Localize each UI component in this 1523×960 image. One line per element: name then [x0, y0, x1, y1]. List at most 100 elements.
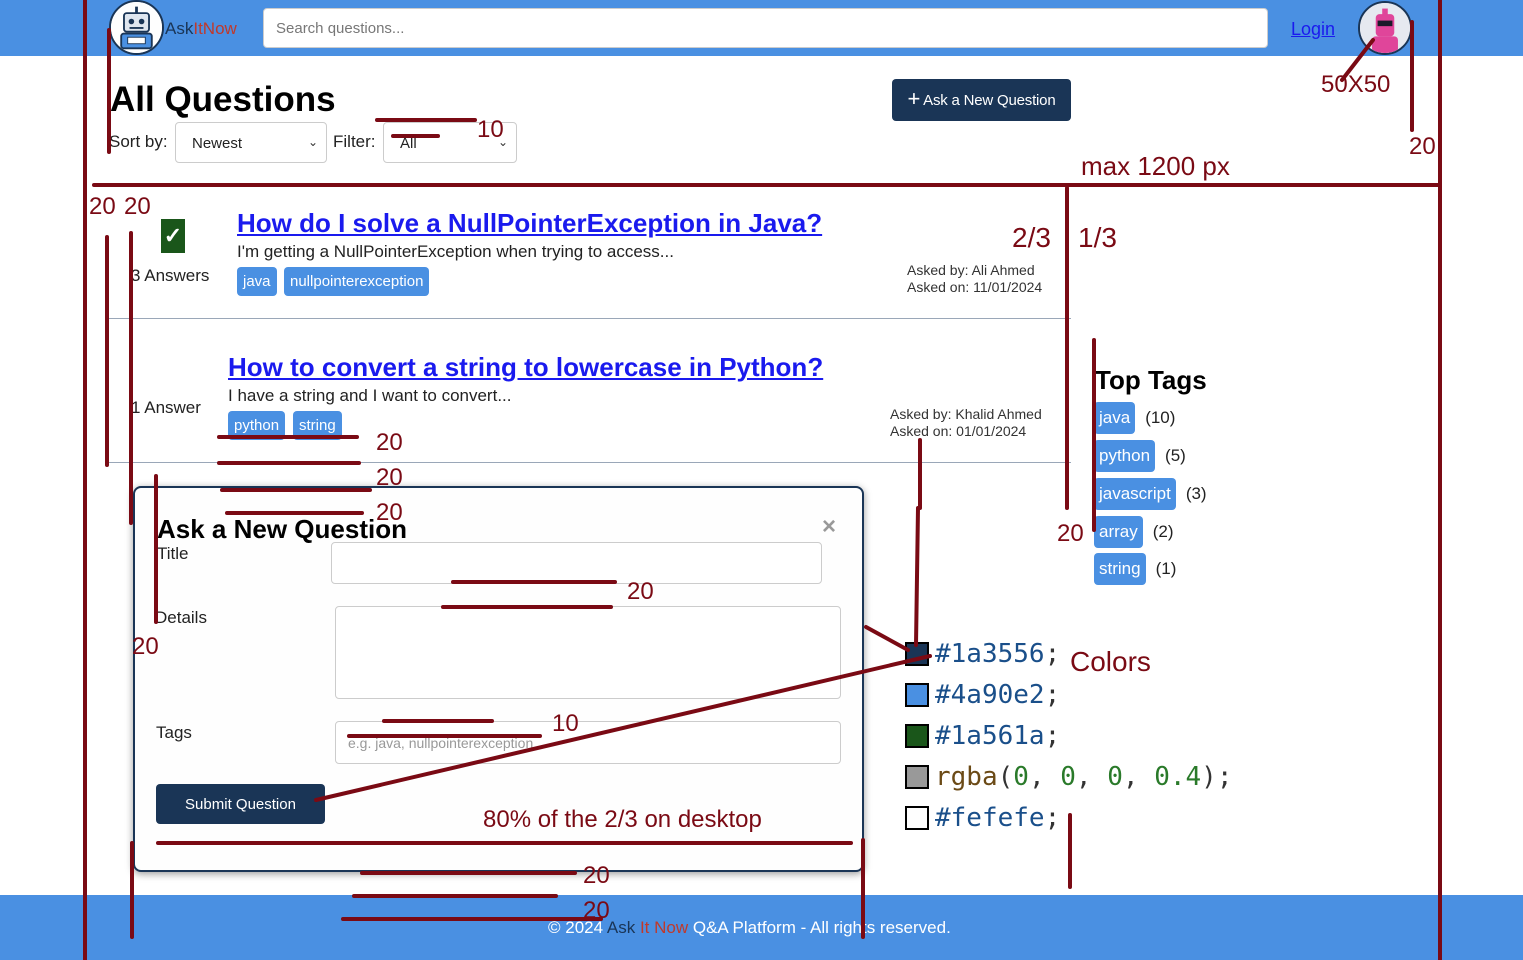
- color-semicolon: ;: [1044, 721, 1061, 751]
- top-tag-row: java (10): [1094, 402, 1175, 434]
- question-excerpt: I'm getting a NullPointerException when …: [237, 242, 674, 261]
- color-value: #4a90e2: [935, 680, 1045, 710]
- top-tag-count: (2): [1152, 522, 1174, 541]
- chevron-down-icon: ⌄: [307, 135, 318, 149]
- rgba-g: 0: [1060, 762, 1076, 792]
- top-nav-bar: AskItNow Login: [0, 0, 1523, 56]
- color-code: rgba(0, 0, 0, 0.4);: [935, 762, 1232, 792]
- ask-question-button[interactable]: + Ask a New Question: [892, 79, 1071, 121]
- top-tag-array[interactable]: array: [1094, 516, 1143, 548]
- annotation-spacing: 20: [89, 193, 116, 220]
- rgba-a: 0.4: [1154, 762, 1202, 792]
- color-semicolon: ;: [1044, 639, 1061, 669]
- login-link[interactable]: Login: [1291, 19, 1335, 40]
- color-semicolon: ;: [1044, 803, 1061, 833]
- annotation-avatar-size: 50X50: [1321, 71, 1391, 98]
- question-meta: Asked by: Ali Ahmed Asked on: 11/01/2024: [907, 262, 1042, 296]
- comma: ,: [1075, 762, 1108, 792]
- tag-nullpointerexception[interactable]: nullpointerexception: [284, 267, 430, 296]
- annotation-spacing: 20: [124, 193, 151, 220]
- tag-java[interactable]: java: [237, 267, 277, 296]
- color-swatch: [905, 642, 929, 666]
- details-label: Details: [155, 608, 207, 627]
- color-value: #1a561a: [935, 721, 1045, 751]
- sort-select[interactable]: Newest ⌄: [175, 122, 327, 163]
- top-tag-python[interactable]: python: [1094, 440, 1156, 472]
- rgba-b: 0: [1107, 762, 1123, 792]
- tag-python[interactable]: python: [228, 411, 286, 440]
- color-swatch-row: #1a561a;: [905, 718, 1060, 754]
- top-tag-java[interactable]: java: [1094, 402, 1136, 434]
- top-tag-count: (1): [1155, 559, 1177, 578]
- accepted-check-icon: ✓: [161, 219, 185, 253]
- color-code: #1a561a;: [935, 721, 1060, 751]
- question-title-link[interactable]: How to convert a string to lowercase in …: [228, 352, 823, 383]
- question-excerpt: I have a string and I want to convert...: [228, 386, 512, 405]
- color-code: #4a90e2;: [935, 680, 1060, 710]
- color-swatch: [905, 806, 929, 830]
- ask-question-label: Ask a New Question: [923, 91, 1056, 109]
- brand-name[interactable]: AskItNow: [165, 19, 237, 39]
- annotation-spacing: 20: [1057, 520, 1084, 547]
- comma: ,: [1028, 762, 1061, 792]
- top-tag-row: python (5): [1094, 440, 1186, 472]
- color-value: #1a3556: [935, 639, 1045, 669]
- color-swatch-row: #fefefe;: [905, 800, 1060, 836]
- title-input[interactable]: [331, 542, 822, 584]
- color-code: #1a3556;: [935, 639, 1060, 669]
- close-icon[interactable]: ×: [822, 513, 836, 541]
- brand-itnow: ItNow: [193, 19, 237, 38]
- tags-input[interactable]: [335, 721, 841, 764]
- annotation-column-right: 1/3: [1078, 222, 1117, 253]
- submit-question-button[interactable]: Submit Question: [156, 784, 325, 824]
- asked-on: Asked on: 11/01/2024: [907, 279, 1043, 295]
- asked-by: Asked by: Khalid Ahmed: [890, 406, 1042, 422]
- comma: ,: [1122, 762, 1155, 792]
- sort-label: Sort by:: [109, 132, 168, 151]
- question-title-link[interactable]: How do I solve a NullPointerException in…: [237, 208, 822, 239]
- footer-brand-ask: Ask: [606, 918, 636, 937]
- answer-count: 1 Answer: [131, 398, 201, 417]
- color-swatch: [905, 683, 929, 707]
- page: AskItNow Login All Questions + Ask a New…: [0, 0, 1523, 960]
- top-tags-title: Top Tags: [1095, 365, 1207, 395]
- footer-rights: Q&A Platform - All rights reserved.: [692, 918, 951, 937]
- color-code: #fefefe;: [935, 803, 1060, 833]
- answer-count: 3 Answers: [131, 266, 210, 285]
- footer: © 2024 Ask It Now Q&A Platform - All rig…: [0, 895, 1523, 960]
- annotation-spacing: 20: [376, 429, 403, 456]
- details-textarea[interactable]: [335, 606, 841, 699]
- modal-title: Ask a New Question: [157, 514, 407, 544]
- annotation-spacing: 20: [627, 578, 654, 605]
- annotation-max-width: max 1200 px: [1081, 151, 1230, 181]
- top-tag-javascript[interactable]: javascript: [1094, 478, 1176, 510]
- top-tag-count: (10): [1145, 408, 1176, 427]
- color-swatch: [905, 765, 929, 789]
- top-tag-string[interactable]: string: [1094, 553, 1146, 585]
- color-swatch-row: rgba(0, 0, 0, 0.4);: [905, 759, 1232, 795]
- search-input[interactable]: [263, 8, 1268, 48]
- robot-logo-icon[interactable]: [109, 0, 164, 55]
- color-swatch-row: #1a3556;: [905, 636, 1060, 672]
- top-tag-row: string (1): [1094, 553, 1176, 585]
- filter-value: All: [400, 135, 417, 152]
- user-avatar-icon[interactable]: [1358, 1, 1412, 55]
- annotation-spacing: 10: [477, 116, 504, 143]
- annotation-spacing: 20: [583, 862, 610, 889]
- question-meta: Asked by: Khalid Ahmed Asked on: 01/01/2…: [890, 406, 1042, 440]
- asked-on: Asked on: 01/01/2024: [890, 423, 1027, 439]
- rgba-r: 0: [1013, 762, 1029, 792]
- question-card: 1 Answer How to convert a string to lowe…: [109, 320, 1071, 463]
- filter-label: Filter:: [333, 132, 376, 151]
- annotation-modal-width: 80% of the 2/3 on desktop: [483, 806, 762, 834]
- annotation-spacing: 20: [376, 499, 403, 526]
- annotation-spacing: 10: [552, 710, 579, 737]
- tag-string[interactable]: string: [293, 411, 342, 440]
- plus-icon: +: [907, 86, 921, 111]
- annotation-spacing: 20: [1409, 133, 1436, 160]
- title-label: Title: [157, 544, 189, 563]
- color-semicolon: ;: [1044, 680, 1061, 710]
- color-semicolon: ;: [1216, 762, 1233, 792]
- top-tag-row: array (2): [1094, 516, 1174, 548]
- asked-by: Asked by: Ali Ahmed: [907, 262, 1035, 278]
